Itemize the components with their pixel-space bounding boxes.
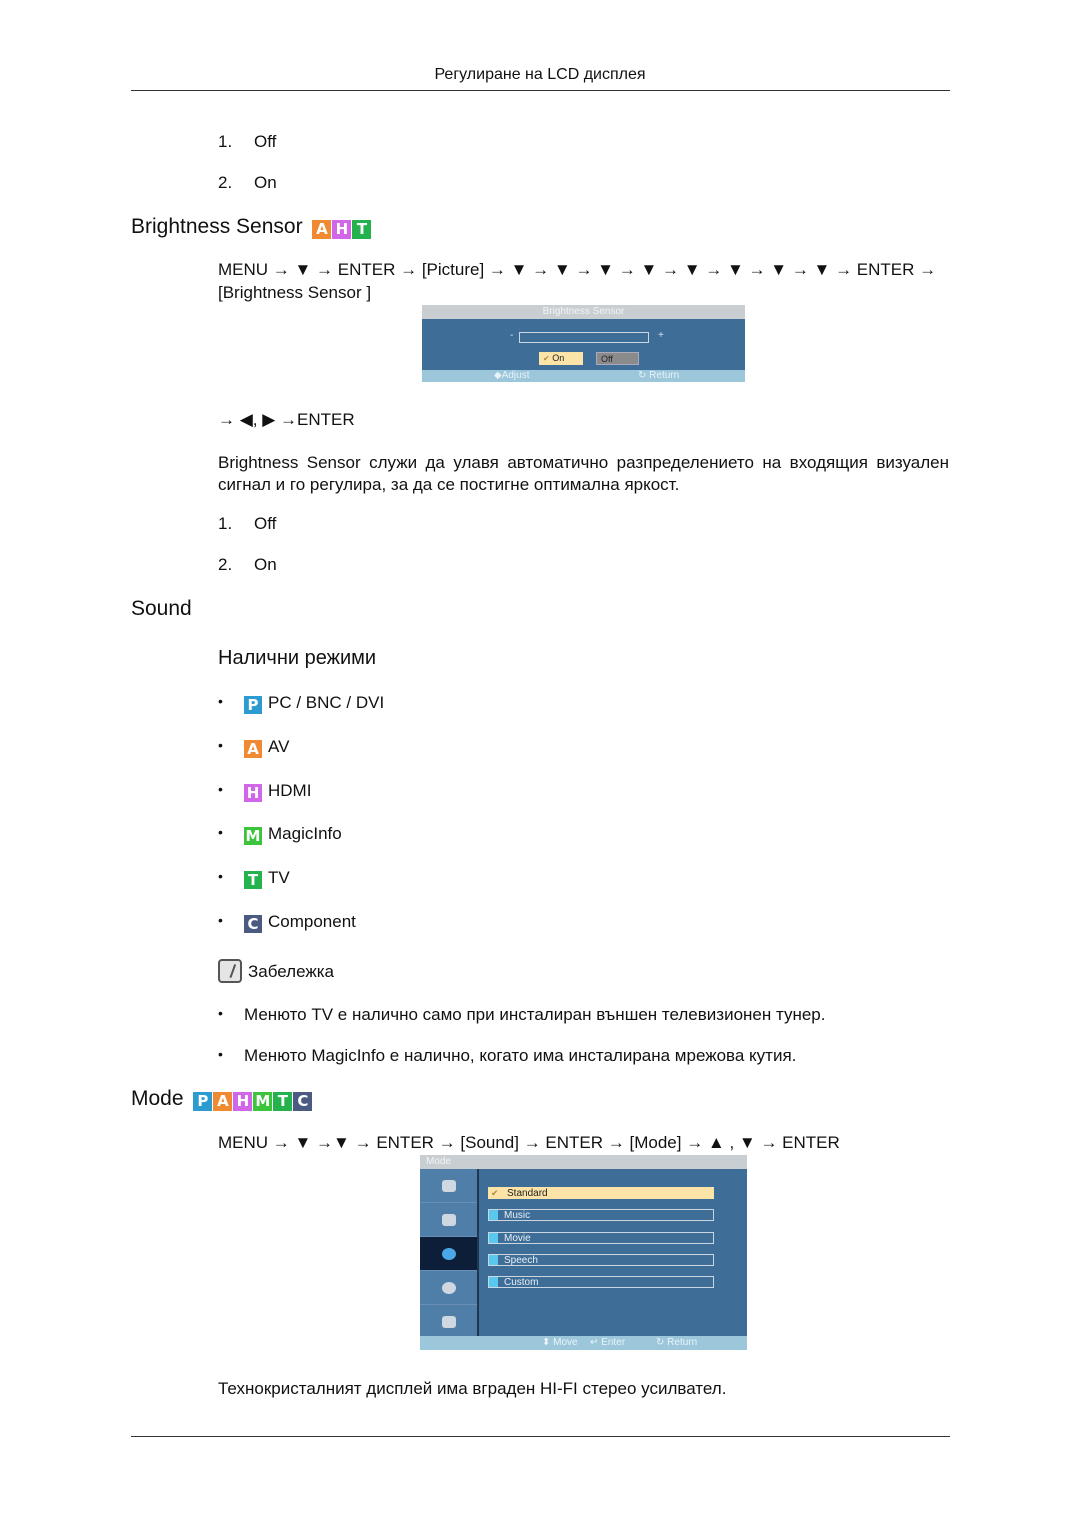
gear-icon	[441, 1281, 456, 1294]
section-heading-mode: Mode PAHMTC	[131, 1087, 313, 1111]
mode-option-standard[interactable]: ✔ Standard	[488, 1187, 714, 1199]
mode-list-item: • T TV	[218, 868, 290, 890]
badge-m-icon: M	[253, 1092, 273, 1111]
minus-label: -	[510, 330, 514, 341]
osd-footer: ◆Adjust ↻ Return	[422, 370, 745, 382]
list-item: 1. Off	[218, 132, 277, 151]
badge-h-icon: H	[244, 783, 262, 802]
option-marker	[489, 1210, 498, 1221]
sidebar-item-setup[interactable]	[420, 1271, 477, 1305]
option-label: Custom	[504, 1277, 539, 1289]
osd-footer: ⬍ Move ↵ Enter ↻ Return	[420, 1336, 747, 1350]
brightness-slider[interactable]	[519, 332, 649, 343]
page-header-title: Регулиране на LCD дисплея	[434, 66, 646, 83]
sidebar-item-picture[interactable]	[420, 1203, 477, 1237]
mode-osd: Mode ✔ Standard Music Movie Speech Custom ⬍ M…	[420, 1155, 747, 1350]
mode-label: MagicInfo	[268, 824, 342, 844]
note-item: • Менюто MagicInfo е налично, когато има …	[218, 1046, 797, 1065]
option-label: Movie	[504, 1232, 531, 1244]
hifi-description: Технокристалният дисплей има вграден HI-…	[218, 1379, 727, 1398]
enter-hint: ↵ Enter	[590, 1337, 626, 1348]
badge-t-icon: T	[244, 871, 262, 890]
brightness-sensor-osd: Brightness Sensor - + ✔ On Off ◆Adjust ↻…	[422, 305, 745, 382]
osd-title: Mode	[420, 1155, 747, 1169]
source-badges: AHT	[312, 220, 372, 239]
option-marker	[489, 1277, 498, 1288]
return-hint: ↻ Return	[638, 370, 680, 381]
check-icon: ✔	[491, 1188, 499, 1198]
bullet: •	[218, 912, 223, 928]
mode-list-item: • C Component	[218, 912, 356, 933]
bullet: •	[218, 824, 223, 841]
bullet: •	[218, 736, 223, 753]
mode-option-speech[interactable]: Speech	[488, 1253, 714, 1266]
sidebar-item-multi[interactable]	[420, 1305, 477, 1338]
badge-m-icon: M	[244, 827, 262, 846]
sidebar-item-input[interactable]	[420, 1169, 477, 1203]
badge-c-icon: C	[293, 1092, 313, 1111]
option-marker	[489, 1254, 498, 1265]
mode-list-item: • H HDMI	[218, 781, 311, 802]
note-heading: Забележка	[218, 959, 334, 983]
mode-label: TV	[268, 868, 290, 888]
badge-p-icon: P	[244, 696, 262, 714]
badge-p-icon: P	[193, 1092, 213, 1111]
menu-path: MENU → ▼ → ENTER → [Picture] → ▼ → ▼ → ▼…	[218, 260, 937, 279]
list-item: 2. On	[218, 555, 277, 574]
mode-list-item: • A AV	[218, 737, 289, 758]
mode-list-item: • M MagicInfo	[218, 824, 342, 846]
mode-list-item: • P PC / BNC / DVI	[218, 693, 384, 714]
mode-option-music[interactable]: Music	[488, 1209, 714, 1222]
bullet: •	[218, 868, 223, 885]
sound-icon	[441, 1247, 456, 1260]
option-marker	[489, 1232, 498, 1243]
bullet: •	[218, 780, 223, 797]
header-divider	[131, 90, 950, 91]
menu-path: MENU → ▼ →▼ → ENTER → [Sound] → ENTER → …	[218, 1133, 840, 1152]
mode-option-custom[interactable]: Custom	[488, 1276, 714, 1289]
mode-option-movie[interactable]: Movie	[488, 1231, 714, 1244]
bullet: •	[218, 693, 223, 709]
subheading-available-modes: Налични режими	[218, 647, 377, 669]
menu-path-target: [Brightness Sensor ]	[218, 283, 372, 302]
option-label: Standard	[507, 1188, 548, 1199]
option-label: Music	[504, 1210, 531, 1222]
off-button[interactable]: Off	[596, 352, 639, 365]
adjust-path: → ◀, ▶ →ENTER	[218, 410, 355, 429]
sidebar-item-sound[interactable]	[420, 1237, 477, 1271]
footer-divider	[131, 1436, 950, 1437]
badge-a-icon: A	[213, 1092, 233, 1111]
mode-label: PC / BNC / DVI	[268, 693, 385, 712]
option-label: Speech	[504, 1254, 538, 1266]
section-heading-sound: Sound	[131, 597, 192, 620]
badge-h-icon: H	[332, 220, 352, 239]
badge-c-icon: C	[244, 915, 262, 933]
mode-label: Component	[268, 912, 356, 931]
return-hint: ↻ Return	[656, 1337, 698, 1348]
osd-title: Brightness Sensor	[422, 305, 745, 319]
check-icon: ✔	[543, 354, 550, 363]
badge-t-icon: T	[273, 1092, 293, 1111]
osd-sidebar	[420, 1169, 479, 1336]
badge-a-icon: A	[244, 739, 262, 758]
on-button[interactable]: ✔ On	[539, 352, 583, 365]
move-hint: ⬍ Move	[542, 1337, 578, 1348]
adjust-hint: ◆Adjust	[494, 370, 530, 381]
section-heading-brightness-sensor: Brightness Sensor AHT	[131, 215, 372, 239]
mode-label: HDMI	[268, 780, 312, 800]
note-icon	[218, 959, 242, 983]
multi-control-icon	[441, 1315, 456, 1328]
list-item: 2. On	[218, 173, 277, 192]
note-item: • Менюто TV е налично само при инсталиран…	[218, 1005, 826, 1024]
input-icon	[441, 1179, 456, 1192]
brightness-description: Brightness Sensor служи да улавя автомат…	[218, 453, 950, 494]
badge-a-icon: A	[312, 220, 332, 239]
badge-t-icon: T	[352, 220, 372, 239]
picture-icon	[441, 1213, 456, 1226]
plus-label: +	[658, 330, 664, 341]
badge-h-icon: H	[233, 1092, 253, 1111]
list-item: 1. Off	[218, 514, 277, 533]
mode-label: AV	[268, 736, 290, 756]
source-badges: PAHMTC	[193, 1092, 313, 1111]
